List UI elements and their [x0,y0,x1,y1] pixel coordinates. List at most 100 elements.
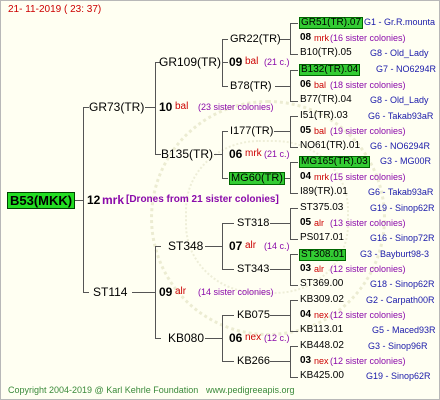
gen4-top-name[interactable]: ST308.01 [299,249,347,261]
gen4-bottom-name[interactable]: B77(TR).04 [300,95,352,105]
gen4-top-name[interactable]: GR51(TR).07 [299,17,364,29]
gen4-colonies: (12 sister colonies) [330,264,406,274]
gen4-bottom-name[interactable]: NO61(TR).01 [300,141,360,151]
gen4-race: alr [314,218,325,228]
connector [222,39,223,86]
gen4-bottom-code: G18 - Sinop62R [370,279,435,289]
connector [222,361,234,362]
connector [290,162,291,193]
gen4-top-name[interactable]: I51(TR).03 [300,111,348,121]
gen4-top-name[interactable]: ST375.03 [300,203,343,213]
connector [290,147,298,148]
gen4-bottom-name[interactable]: KB425.00 [300,371,344,381]
root-note: [Drones from 21 sister colonies] [126,194,279,205]
gen4-top-code: G3 - Bayburt98-3 [360,249,430,259]
gen2-ds-colonies: (14 c.) [264,241,290,251]
gen2-sd-race: mrk [245,148,262,159]
dam-num: 09 [159,285,173,299]
gen4-top-code: G6 - Takab93aR [368,111,434,121]
connector [290,254,291,285]
gen4-top-name[interactable]: MG165(TR).03 [299,156,370,168]
gen2-dd-name[interactable]: KB080 [168,332,204,344]
gen4-bottom-code: G16 - Sinop72R [370,233,435,243]
gen2-ss-name[interactable]: GR109(TR) [159,56,221,68]
gen4-top-code: G1 - Gr.R.mounta [364,17,436,27]
gen4-bottom-name[interactable]: I89(TR).01 [300,187,348,197]
connector [290,162,298,163]
copyright: Copyright 2004-2019 @ Karl Kehrle Founda… [8,385,199,395]
gen4-top-name[interactable]: B132(TR).04 [299,64,361,76]
connector [205,338,222,339]
gen2-ss-colonies: (21 c.) [264,57,290,67]
gen4-bottom-code: G8 - Old_Lady [370,95,429,105]
gen4-num: 05 [300,125,312,136]
connector [222,131,223,178]
connector [145,107,155,108]
root-queen[interactable]: B53(MKK) [7,192,76,209]
gen3-name[interactable]: ST343 [237,264,269,275]
connector [290,300,291,331]
gen4-bottom-name[interactable]: KB113.01 [300,325,343,335]
connector [274,131,290,132]
gen4-race: nex [314,356,329,366]
connector [222,223,223,269]
gen4-num: 06 [300,79,312,90]
sire-colonies: (23 sister colonies) [198,102,274,112]
gen4-bottom-name[interactable]: PS017.01 [300,233,344,243]
gen3-name[interactable]: KB075 [237,310,270,321]
gen3-name[interactable]: MG60(TR) [229,172,285,185]
gen4-race: mrk [314,172,329,182]
connector [270,315,290,316]
gen4-num: 04 [300,309,312,320]
gen4-top-name[interactable]: KB309.02 [300,295,344,305]
gen4-num: 08 [300,32,312,43]
gen4-colonies: (18 sister colonies) [330,80,406,90]
gen3-name[interactable]: I177(TR) [230,126,273,137]
connector [222,315,223,361]
gen4-colonies: (13 sister colonies) [330,218,406,228]
timestamp: 21- 11-2019 ( 23: 37) [8,4,102,15]
connector [290,377,298,378]
connector [83,292,89,293]
gen4-colonies: (15 sister colonies) [330,172,406,182]
connector [222,315,234,316]
connector [270,269,290,270]
gen3-name[interactable]: GR22(TR) [230,34,281,45]
connector [290,208,298,209]
gen3-name[interactable]: ST318 [237,218,269,229]
connector [290,285,298,286]
connector [155,338,161,339]
gen4-num: 04 [300,171,312,182]
gen4-top-code: G7 - NO6294R [376,64,437,74]
connector [214,154,222,155]
connector [222,178,228,179]
connector [155,246,161,247]
site-link[interactable]: www.pedigreeapis.org [206,386,295,395]
connector [155,246,156,338]
connector [290,300,298,301]
gen4-top-name[interactable]: KB448.02 [300,341,344,351]
gen2-sd-name[interactable]: B135(TR) [161,148,213,160]
connector [155,62,156,154]
gen3-name[interactable]: B78(TR) [230,81,272,92]
gen3-name[interactable]: KB266 [237,356,270,367]
gen2-ds-race: alr [245,240,257,251]
gen4-bottom-name[interactable]: B10(TR).05 [300,48,352,58]
connector [270,223,290,224]
gen2-ss-num: 09 [229,55,243,69]
gen4-bottom-name[interactable]: ST369.00 [300,279,343,289]
gen2-ds-num: 07 [229,239,243,253]
gen4-top-code: G3 - Sinop96R [368,341,428,351]
root-race: mrk [102,193,125,207]
sire-name[interactable]: GR73(TR) [89,101,144,113]
gen4-colonies: (12 sister colonies) [330,356,406,366]
gen4-top-code: G3 - MG00R [380,156,432,166]
gen4-top-code: G19 - Sinop62R [370,203,435,213]
gen4-colonies: (19 sister colonies) [330,126,406,136]
dam-name[interactable]: ST114 [93,286,127,298]
connector [132,292,155,293]
gen2-ss-race: bal [245,56,259,67]
connector [290,346,298,347]
gen4-race: alr [314,264,325,274]
gen2-ds-name[interactable]: ST348 [168,240,203,252]
